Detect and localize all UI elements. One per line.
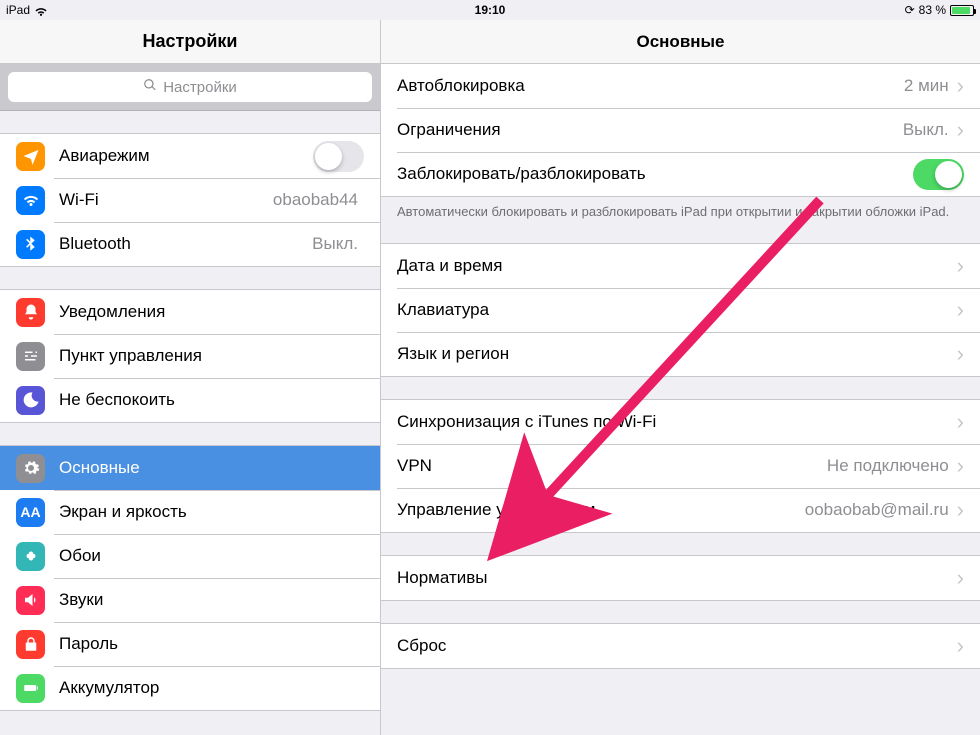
detail-row-value: oobaobab@mail.ru bbox=[805, 500, 949, 520]
sidebar-item-label: Пароль bbox=[59, 634, 364, 654]
chevron-right-icon: › bbox=[957, 341, 964, 367]
chevron-right-icon: › bbox=[957, 253, 964, 279]
detail-row-reset[interactable]: Сброс› bbox=[381, 624, 980, 668]
sidebar-item-label: Звуки bbox=[59, 590, 364, 610]
search-placeholder: Настройки bbox=[163, 79, 237, 96]
battery-icon bbox=[950, 5, 974, 16]
speaker-icon bbox=[16, 586, 45, 615]
detail-row-restrictions[interactable]: ОграниченияВыкл. › bbox=[381, 108, 980, 152]
gear-icon bbox=[16, 454, 45, 483]
moon-icon bbox=[16, 386, 45, 415]
detail-row-label: Дата и время bbox=[397, 256, 957, 276]
sidebar-item-wallpaper[interactable]: Обои bbox=[0, 534, 380, 578]
sidebar-item-label: Уведомления bbox=[59, 302, 364, 322]
sidebar-item-display[interactable]: AA Экран и яркость bbox=[0, 490, 380, 534]
sidebar-item-label: Экран и яркость bbox=[59, 502, 364, 522]
detail-row-label: VPN bbox=[397, 456, 827, 476]
sidebar-title: Настройки bbox=[0, 20, 380, 64]
sidebar-item-controlcenter[interactable]: Пункт управления bbox=[0, 334, 380, 378]
chevron-right-icon: › bbox=[957, 117, 964, 143]
detail-row-language[interactable]: Язык и регион› bbox=[381, 332, 980, 376]
plane-icon bbox=[16, 142, 45, 171]
sidebar-item-label: Авиарежим bbox=[59, 146, 313, 166]
device-label: iPad bbox=[6, 3, 30, 17]
detail-panel: Основные Автоблокировка2 мин›Ограничения… bbox=[381, 20, 980, 735]
search-icon bbox=[143, 78, 157, 96]
sidebar-item-label: Пункт управления bbox=[59, 346, 364, 366]
orientation-lock-icon: ⟳ bbox=[905, 3, 915, 17]
chevron-right-icon: › bbox=[957, 497, 964, 523]
detail-row-autolock[interactable]: Автоблокировка2 мин › bbox=[381, 64, 980, 108]
section-footer: Автоматически блокировать и разблокирова… bbox=[381, 197, 980, 221]
detail-row-regulatory[interactable]: Нормативы› bbox=[381, 556, 980, 600]
battery-icon bbox=[16, 674, 45, 703]
sidebar-item-value: obaobab44 bbox=[273, 190, 358, 210]
detail-row-label: Управление устройством bbox=[397, 500, 805, 520]
detail-row-value: Выкл. bbox=[903, 120, 949, 140]
detail-row-value: Не подключено bbox=[827, 456, 949, 476]
sidebar-item-passcode[interactable]: Пароль bbox=[0, 622, 380, 666]
sidebar-item-label: Не беспокоить bbox=[59, 390, 364, 410]
sidebar-item-label: Обои bbox=[59, 546, 364, 566]
detail-row-value: 2 мин bbox=[904, 76, 949, 96]
chevron-right-icon: › bbox=[957, 297, 964, 323]
detail-row-label: Язык и регион bbox=[397, 344, 957, 364]
detail-row-vpn[interactable]: VPNНе подключено › bbox=[381, 444, 980, 488]
detail-row-label: Автоблокировка bbox=[397, 76, 904, 96]
bt-icon bbox=[16, 230, 45, 259]
chevron-right-icon: › bbox=[957, 73, 964, 99]
status-bar: iPad 19:10 ⟳ 83 % bbox=[0, 0, 980, 20]
wifi-icon bbox=[34, 5, 48, 15]
sidebar-item-general[interactable]: Основные bbox=[0, 446, 380, 490]
battery-percent: 83 % bbox=[919, 3, 946, 17]
sidebar-item-label: Bluetooth bbox=[59, 234, 312, 254]
sidebar-item-dnd[interactable]: Не беспокоить bbox=[0, 378, 380, 422]
search-wrap: Настройки bbox=[0, 64, 380, 111]
search-input[interactable]: Настройки bbox=[8, 72, 372, 102]
chevron-right-icon: › bbox=[957, 409, 964, 435]
detail-row-label: Клавиатура bbox=[397, 300, 957, 320]
detail-row-label: Синхронизация с iTunes по Wi-Fi bbox=[397, 412, 957, 432]
sliders-icon bbox=[16, 342, 45, 371]
detail-row-label: Заблокировать/разблокировать bbox=[397, 164, 913, 184]
detail-row-keyboard[interactable]: Клавиатура› bbox=[381, 288, 980, 332]
sidebar-item-wifi[interactable]: Wi-Fiobaobab44 bbox=[0, 178, 380, 222]
detail-row-label: Нормативы bbox=[397, 568, 957, 588]
flower-icon bbox=[16, 542, 45, 571]
lock-icon bbox=[16, 630, 45, 659]
sidebar-list: АвиарежимWi-Fiobaobab44BluetoothВыкл.Уве… bbox=[0, 111, 380, 711]
sidebar-item-label: Основные bbox=[59, 458, 364, 478]
lockunlock-toggle[interactable] bbox=[913, 159, 964, 190]
chevron-right-icon: › bbox=[957, 565, 964, 591]
sidebar-item-value: Выкл. bbox=[312, 234, 358, 254]
aa-icon: AA bbox=[16, 498, 45, 527]
clock: 19:10 bbox=[475, 3, 506, 17]
detail-row-lockunlock[interactable]: Заблокировать/разблокировать bbox=[381, 152, 980, 196]
airplane-toggle[interactable] bbox=[313, 141, 364, 172]
bell-icon bbox=[16, 298, 45, 327]
detail-row-devicemgmt[interactable]: Управление устройствомoobaobab@mail.ru › bbox=[381, 488, 980, 532]
sidebar-item-bluetooth[interactable]: BluetoothВыкл. bbox=[0, 222, 380, 266]
detail-scroll[interactable]: Автоблокировка2 мин › ОграниченияВыкл. › Заб… bbox=[381, 64, 980, 735]
chevron-right-icon: › bbox=[957, 633, 964, 659]
chevron-right-icon: › bbox=[957, 453, 964, 479]
sidebar-item-label: Аккумулятор bbox=[59, 678, 364, 698]
detail-row-itunessync[interactable]: Синхронизация с iTunes по Wi-Fi› bbox=[381, 400, 980, 444]
wifi-icon bbox=[16, 186, 45, 215]
sidebar-item-airplane[interactable]: Авиарежим bbox=[0, 134, 380, 178]
detail-row-label: Ограничения bbox=[397, 120, 903, 140]
detail-row-label: Сброс bbox=[397, 636, 957, 656]
sidebar-item-notifications[interactable]: Уведомления bbox=[0, 290, 380, 334]
detail-title: Основные bbox=[381, 20, 980, 64]
sidebar-item-sounds[interactable]: Звуки bbox=[0, 578, 380, 622]
detail-row-datetime[interactable]: Дата и время› bbox=[381, 244, 980, 288]
settings-sidebar: Настройки Настройки Авиарежим Wi-Fiobaoba… bbox=[0, 20, 381, 735]
sidebar-item-label: Wi-Fi bbox=[59, 190, 273, 210]
sidebar-item-battery[interactable]: Аккумулятор bbox=[0, 666, 380, 710]
